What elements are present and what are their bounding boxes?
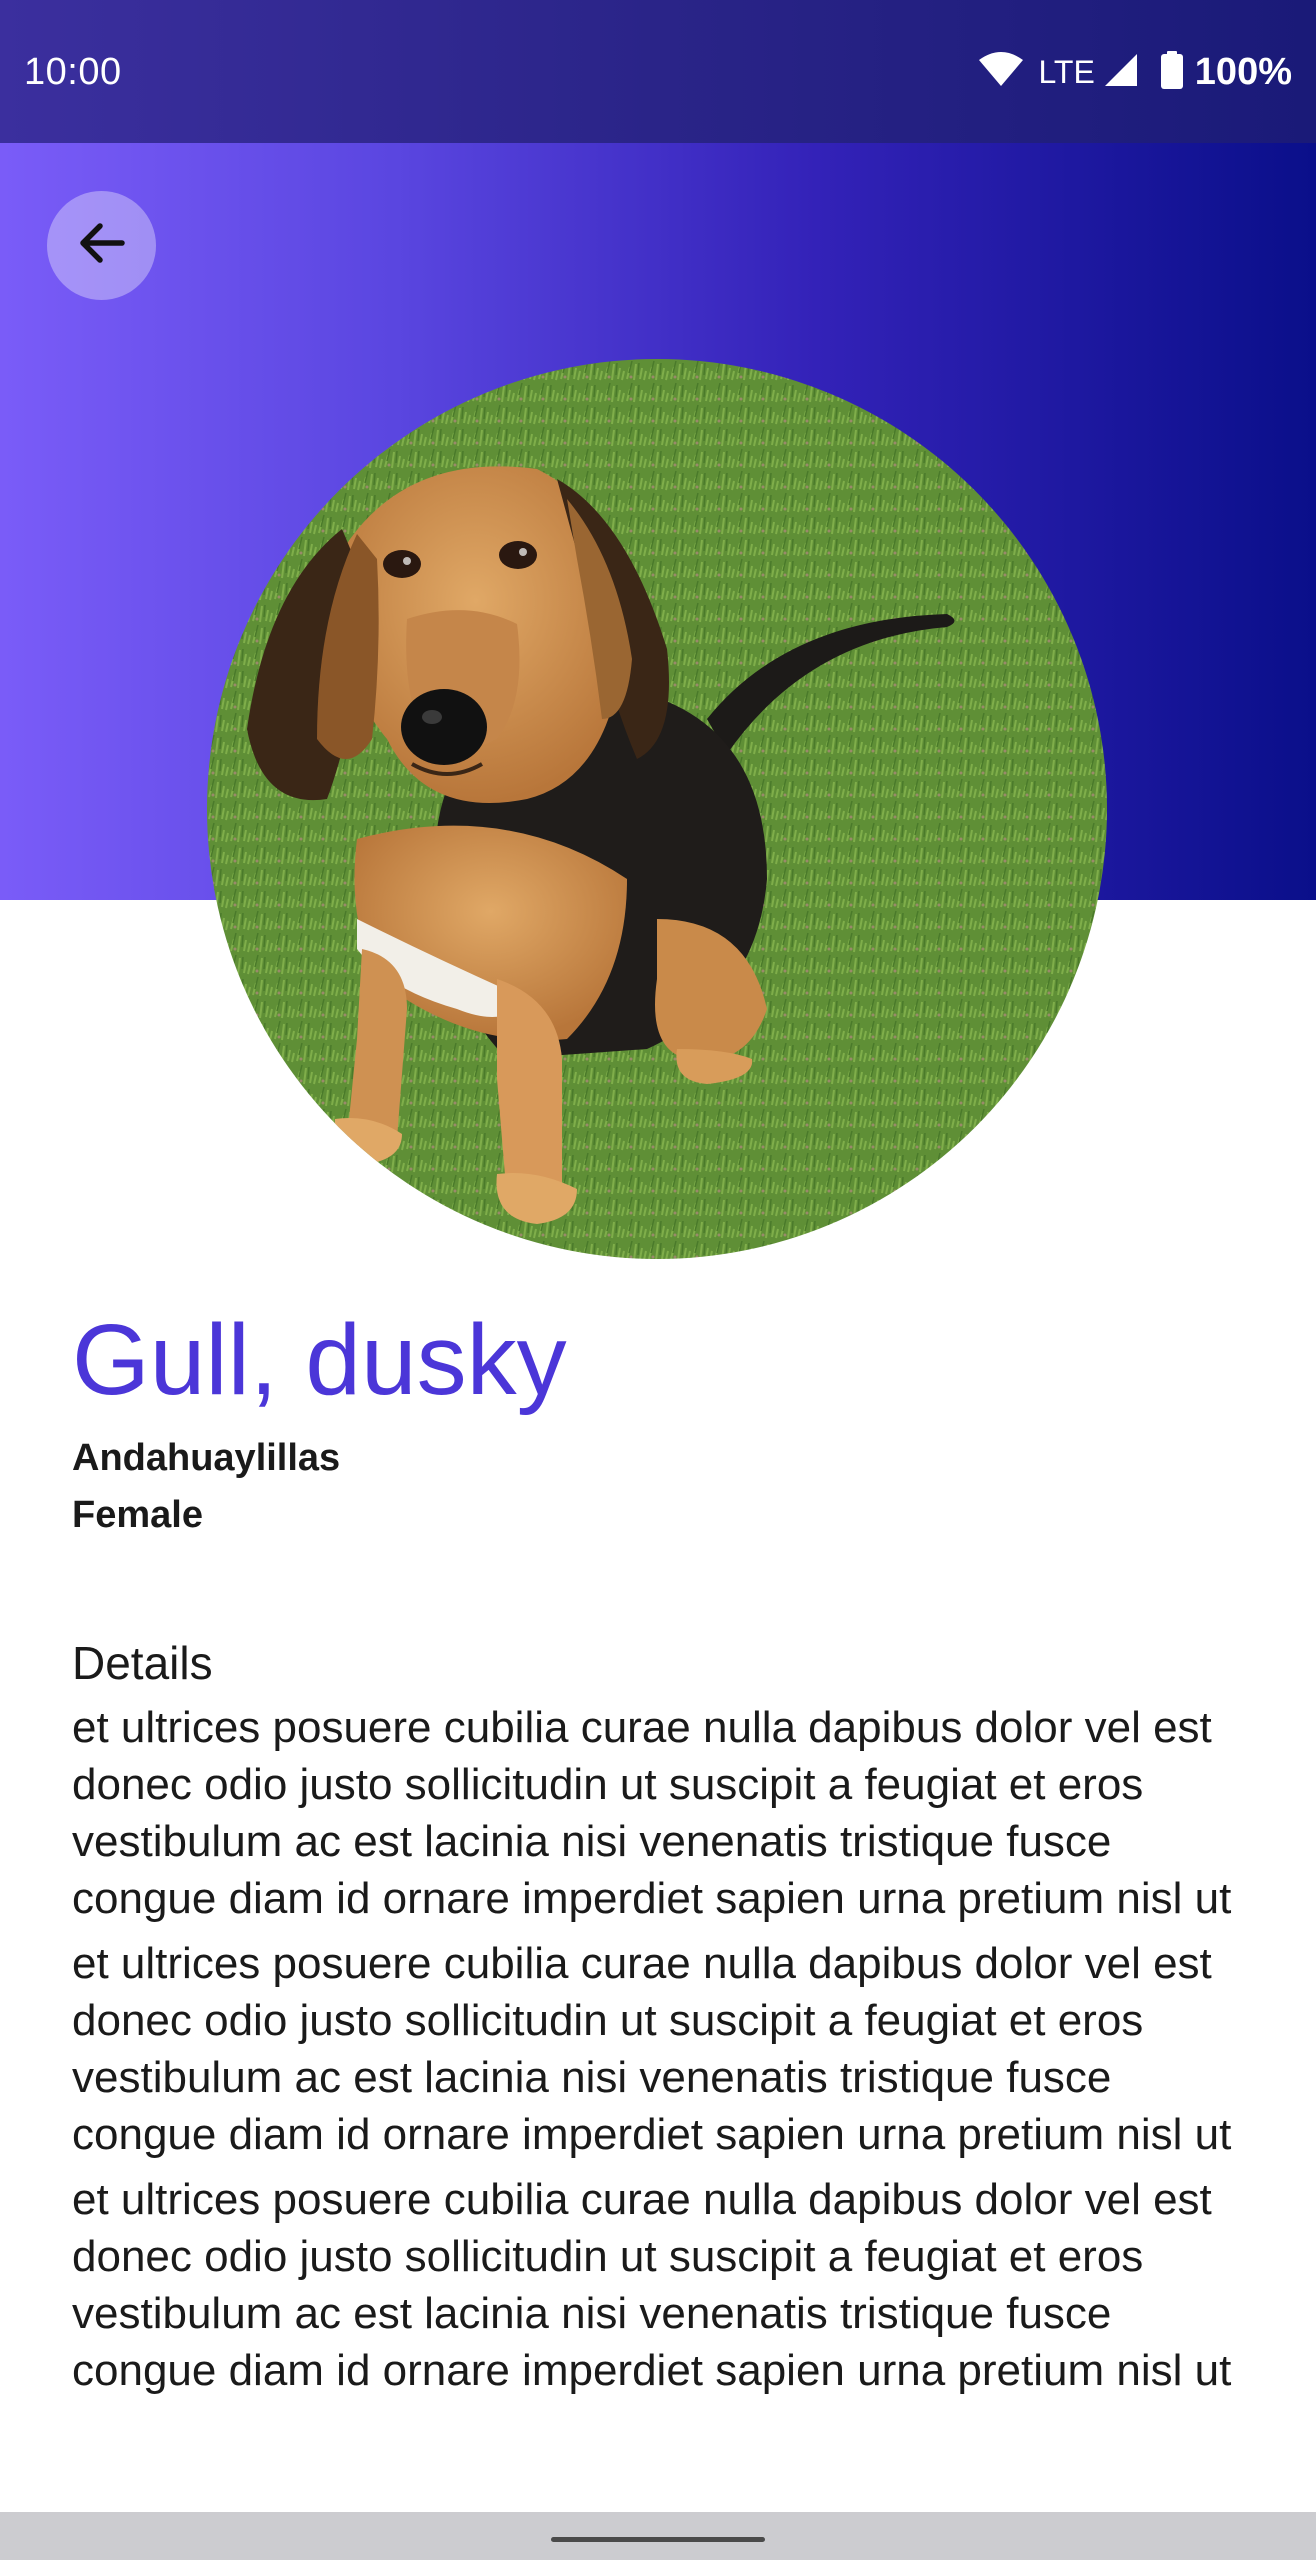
home-handle[interactable]: [551, 2537, 765, 2542]
battery-percent: 100%: [1194, 51, 1292, 93]
battery-icon: [1160, 50, 1183, 94]
status-bar: 10:00 LTE 100%: [0, 0, 1316, 143]
details-heading: Details: [72, 1637, 213, 1689]
status-indicators: LTE 100%: [978, 46, 1292, 98]
pet-gender: Female: [72, 1494, 203, 1536]
cell-signal-icon: [1103, 52, 1139, 93]
status-time: 10:00: [24, 51, 122, 93]
details-paragraph: et ultrices posuere cubilia curae nulla …: [72, 2175, 1232, 2395]
network-type: LTE: [1038, 54, 1095, 90]
pet-location: Andahuaylillas: [72, 1437, 341, 1479]
gesture-nav-bar: [0, 2512, 1316, 2560]
arrow-back-icon: [74, 215, 130, 276]
pet-detail-screen: 10:00 LTE 100% Gull, dusky Andahuaylilla…: [0, 0, 1316, 2560]
pet-photo: [207, 359, 1107, 1259]
pet-name: Gull, dusky: [72, 1304, 567, 1416]
details-body: et ultrices posuere cubilia curae nulla …: [72, 1699, 1262, 2407]
details-paragraph: et ultrices posuere cubilia curae nulla …: [72, 1703, 1232, 1923]
back-button[interactable]: [47, 191, 156, 300]
details-paragraph: et ultrices posuere cubilia curae nulla …: [72, 1939, 1232, 2159]
wifi-icon: [978, 51, 1024, 93]
